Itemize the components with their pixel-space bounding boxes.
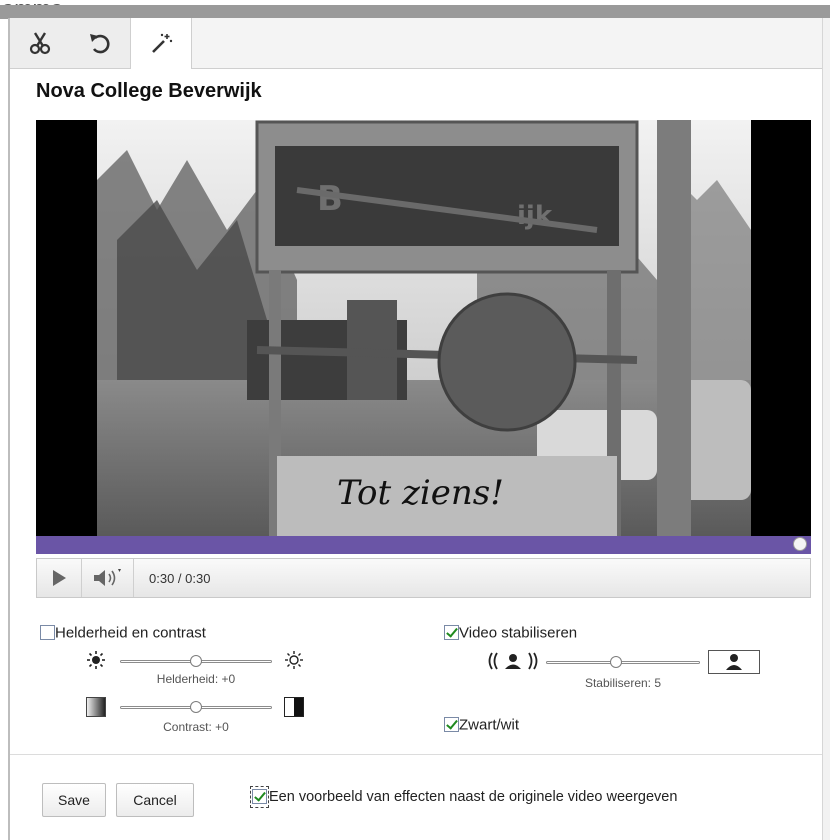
contrast-low-icon — [86, 697, 106, 717]
video-controls: 0:30 / 0:30 — [36, 558, 811, 598]
preview-checkbox[interactable] — [252, 789, 267, 805]
window-left-border — [8, 18, 10, 840]
contrast-slider-handle[interactable] — [190, 701, 202, 713]
shaky-person-icon — [488, 652, 538, 670]
brightness-caption: Helderheid: +0 — [156, 672, 236, 686]
preview-checkbox-focus — [250, 786, 269, 808]
video-frame-image: B ijk Tot ziens! — [97, 120, 751, 536]
save-button[interactable]: Save — [42, 783, 106, 817]
preview-label: Een voorbeeld van effecten naast de orig… — [269, 789, 678, 805]
bw-label: Zwart/wit — [459, 716, 519, 734]
play-button[interactable] — [37, 559, 82, 597]
svg-text:B: B — [317, 179, 343, 219]
sign-caption: Tot ziens! — [337, 473, 504, 513]
tab-trim[interactable] — [10, 18, 71, 68]
brightness-high-icon — [285, 651, 303, 669]
contrast-caption: Contrast: +0 — [163, 720, 229, 734]
brightness-contrast-option[interactable]: Helderheid en contrast — [40, 624, 206, 642]
stabilize-checkbox[interactable] — [444, 625, 459, 641]
time-display: 0:30 / 0:30 — [149, 571, 211, 586]
tab-rotate[interactable] — [70, 18, 131, 68]
footer-divider — [10, 754, 822, 755]
progress-handle[interactable] — [793, 537, 807, 551]
bw-option[interactable]: Zwart/wit — [444, 716, 519, 734]
video-title: Nova College Beverwijk — [36, 80, 262, 102]
contrast-high-icon — [284, 697, 304, 717]
brightness-slider-handle[interactable] — [190, 655, 202, 667]
tab-effects[interactable] — [130, 18, 192, 69]
stabilize-option[interactable]: Video stabiliseren — [444, 624, 577, 642]
video-player[interactable]: B ijk Tot ziens! — [36, 120, 811, 536]
scissors-icon — [29, 32, 51, 55]
video-progress-bar[interactable] — [36, 536, 811, 554]
brightness-contrast-checkbox[interactable] — [40, 625, 55, 641]
window-top-bar — [0, 5, 830, 19]
editor-toolbar — [10, 18, 822, 69]
undo-icon — [90, 34, 110, 54]
magic-wand-icon — [152, 33, 173, 53]
stabilize-slider-handle[interactable] — [610, 656, 622, 668]
cancel-button[interactable]: Cancel — [116, 783, 194, 817]
brightness-low-icon — [87, 651, 105, 669]
stabilize-label: Video stabiliseren — [459, 624, 578, 642]
video-frame: B ijk Tot ziens! — [97, 120, 751, 536]
side-by-side-preview-option[interactable]: Een voorbeeld van effecten naast de orig… — [250, 786, 677, 808]
brightness-contrast-label: Helderheid en contrast — [55, 624, 206, 642]
bw-checkbox[interactable] — [444, 717, 459, 733]
stabilize-slider-track[interactable] — [546, 661, 700, 664]
stable-person-icon — [708, 650, 760, 674]
stabilize-caption: Stabiliseren: 5 — [584, 676, 662, 690]
window-right-border — [822, 18, 830, 840]
svg-text:ijk: ijk — [517, 201, 553, 231]
volume-button[interactable] — [81, 559, 134, 597]
speaker-icon — [94, 569, 121, 586]
play-icon — [53, 570, 66, 586]
